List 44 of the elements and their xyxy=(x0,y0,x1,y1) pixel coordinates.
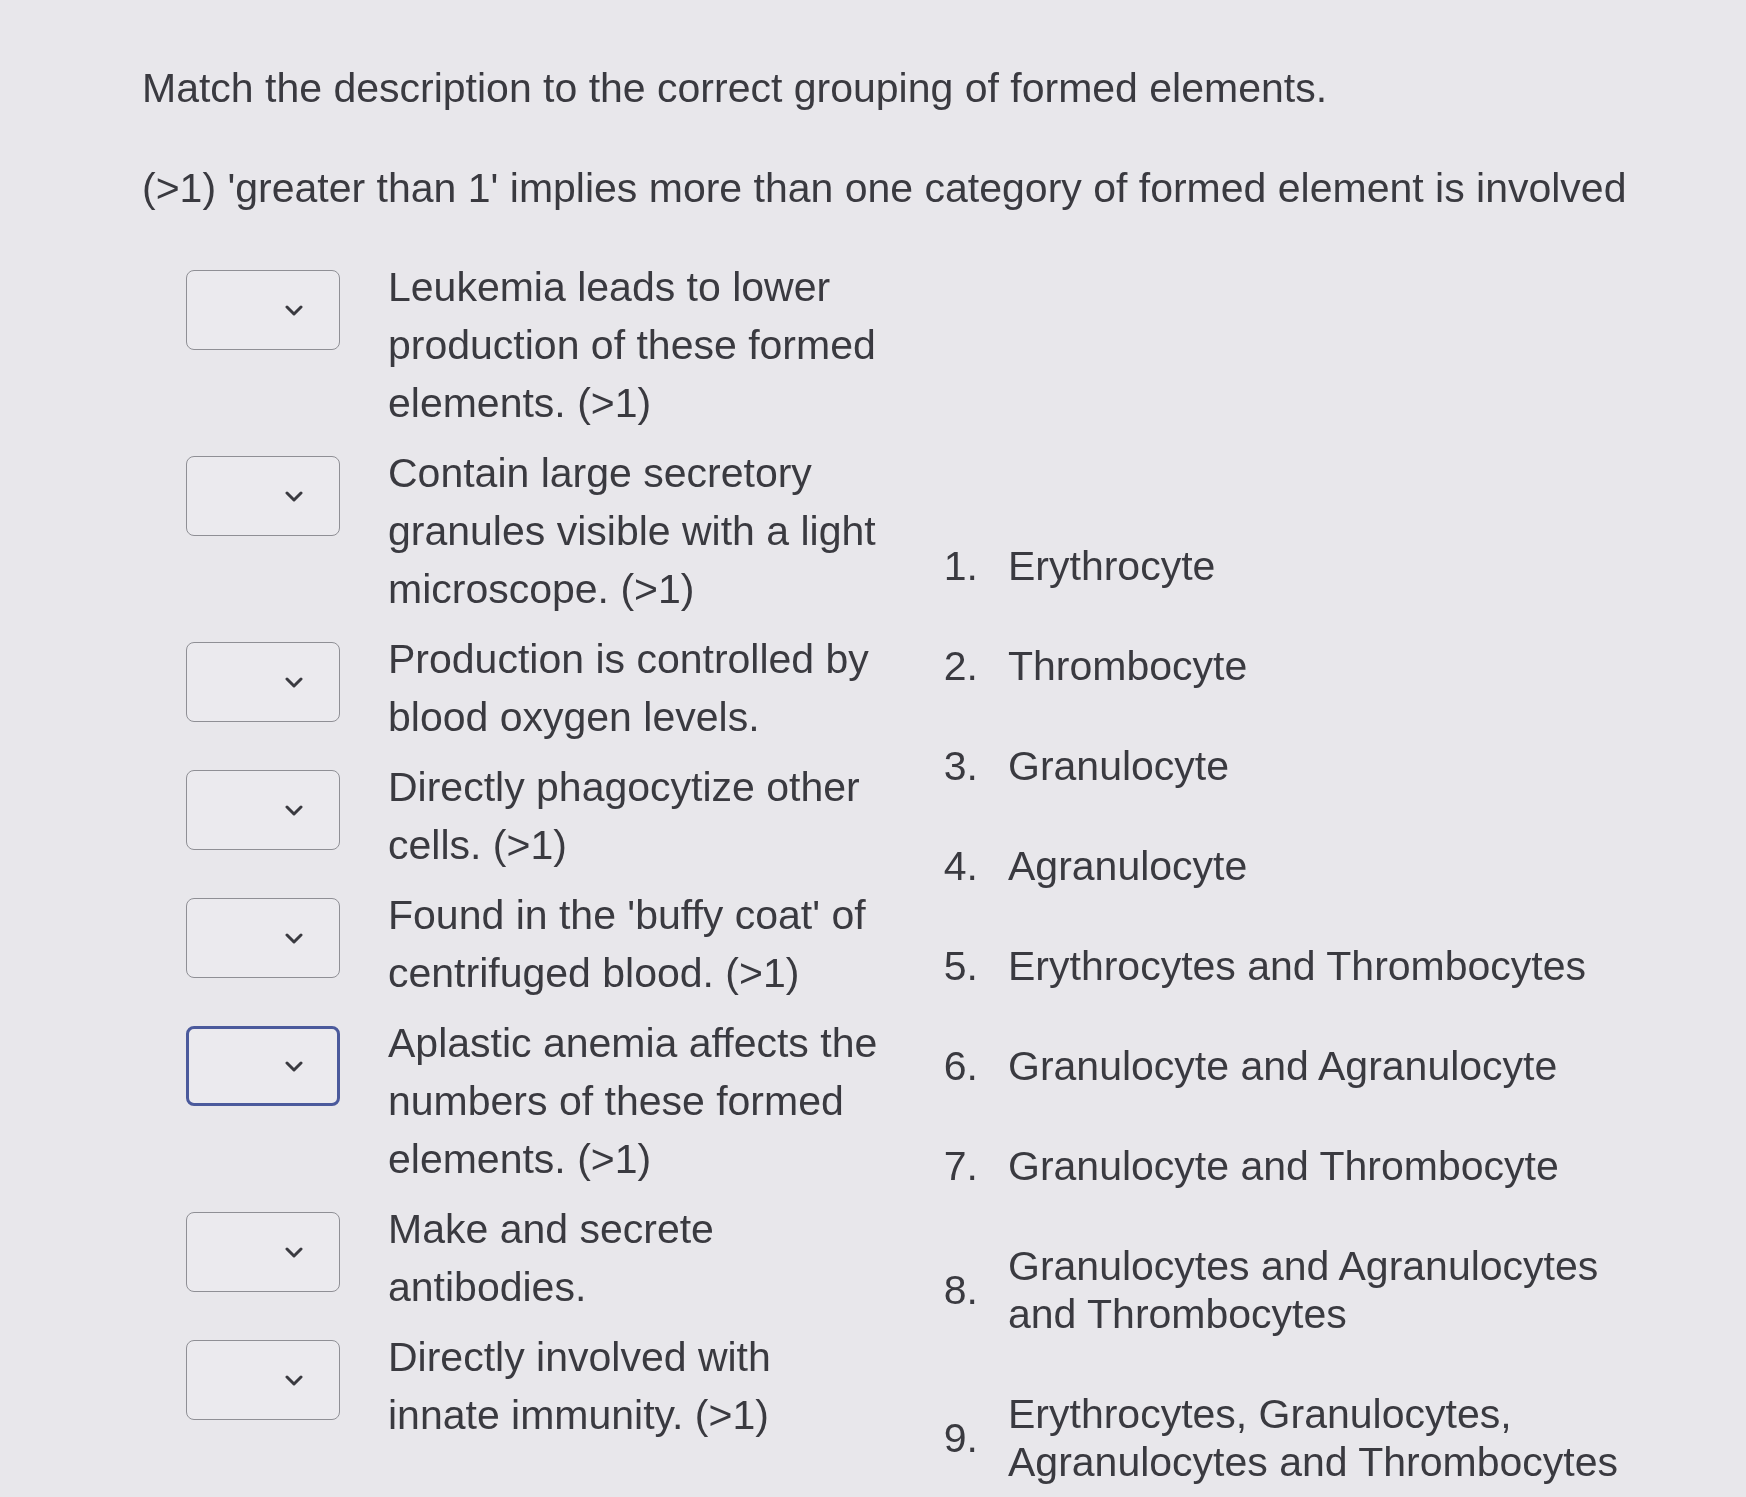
chevron-down-icon xyxy=(285,490,303,502)
question-title: Match the description to the correct grouping of formed elements. xyxy=(142,64,1329,112)
chevron-down-icon xyxy=(285,804,303,816)
chevron-down-icon xyxy=(285,932,303,944)
description-text: Aplastic anemia affects the numbers of these formed elements. (>1) xyxy=(388,1019,879,1184)
option-text: Granulocyte and Agranulocyte xyxy=(1008,1042,1559,1090)
description-text: Leukemia leads to lower production of these formed elements. (>1) xyxy=(388,263,877,428)
option-number: 6. xyxy=(942,1042,978,1090)
answer-dropdown[interactable] xyxy=(186,770,340,850)
option-number: 1. xyxy=(942,542,978,590)
description-text: Directly involved with innate immunity. (>1) xyxy=(388,1333,772,1440)
description-text: Production is controlled by blood oxygen levels. xyxy=(388,635,870,742)
description-text: Make and secrete antibodies. xyxy=(388,1205,715,1312)
answer-dropdown[interactable] xyxy=(186,1026,340,1106)
option-number: 5. xyxy=(942,942,978,990)
option-number: 8. xyxy=(942,1266,978,1314)
chevron-down-icon xyxy=(285,676,303,688)
option-text: Erythrocytes and Thrombocytes xyxy=(1008,942,1588,990)
description-text: Directly phagocytize other cells. (>1) xyxy=(388,763,861,870)
chevron-down-icon xyxy=(285,304,303,316)
answer-dropdown[interactable] xyxy=(186,456,340,536)
chevron-down-icon xyxy=(285,1060,303,1072)
description-text: Contain large secretory granules visible with a light microscope. (>1) xyxy=(388,449,877,614)
option-text: Erythrocytes, Granulocytes, Agranulocytes and Thrombocytes xyxy=(1008,1390,1619,1486)
option-text: Granulocyte xyxy=(1008,742,1231,790)
answer-dropdown[interactable] xyxy=(186,642,340,722)
option-text: Granulocyte and Thrombocyte xyxy=(1008,1142,1560,1190)
option-text: Thrombocyte xyxy=(1008,642,1249,690)
option-text: Granulocytes and Agranulocytes and Thrombocytes xyxy=(1008,1242,1600,1338)
option-text: Erythrocyte xyxy=(1008,542,1217,590)
option-number: 3. xyxy=(942,742,978,790)
option-number: 7. xyxy=(942,1142,978,1190)
description-text: Found in the 'buffy coat' of centrifuged blood. (>1) xyxy=(388,891,867,998)
option-number: 9. xyxy=(942,1414,978,1462)
option-text: Agranulocyte xyxy=(1008,842,1249,890)
answer-dropdown[interactable] xyxy=(186,1212,340,1292)
question-note: (>1) 'greater than 1' implies more than one category of formed element is involved xyxy=(142,164,1628,212)
answer-dropdown[interactable] xyxy=(186,898,340,978)
chevron-down-icon xyxy=(285,1374,303,1386)
answer-dropdown[interactable] xyxy=(186,270,340,350)
chevron-down-icon xyxy=(285,1246,303,1258)
option-number: 2. xyxy=(942,642,978,690)
option-number: 4. xyxy=(942,842,978,890)
answer-dropdown[interactable] xyxy=(186,1340,340,1420)
